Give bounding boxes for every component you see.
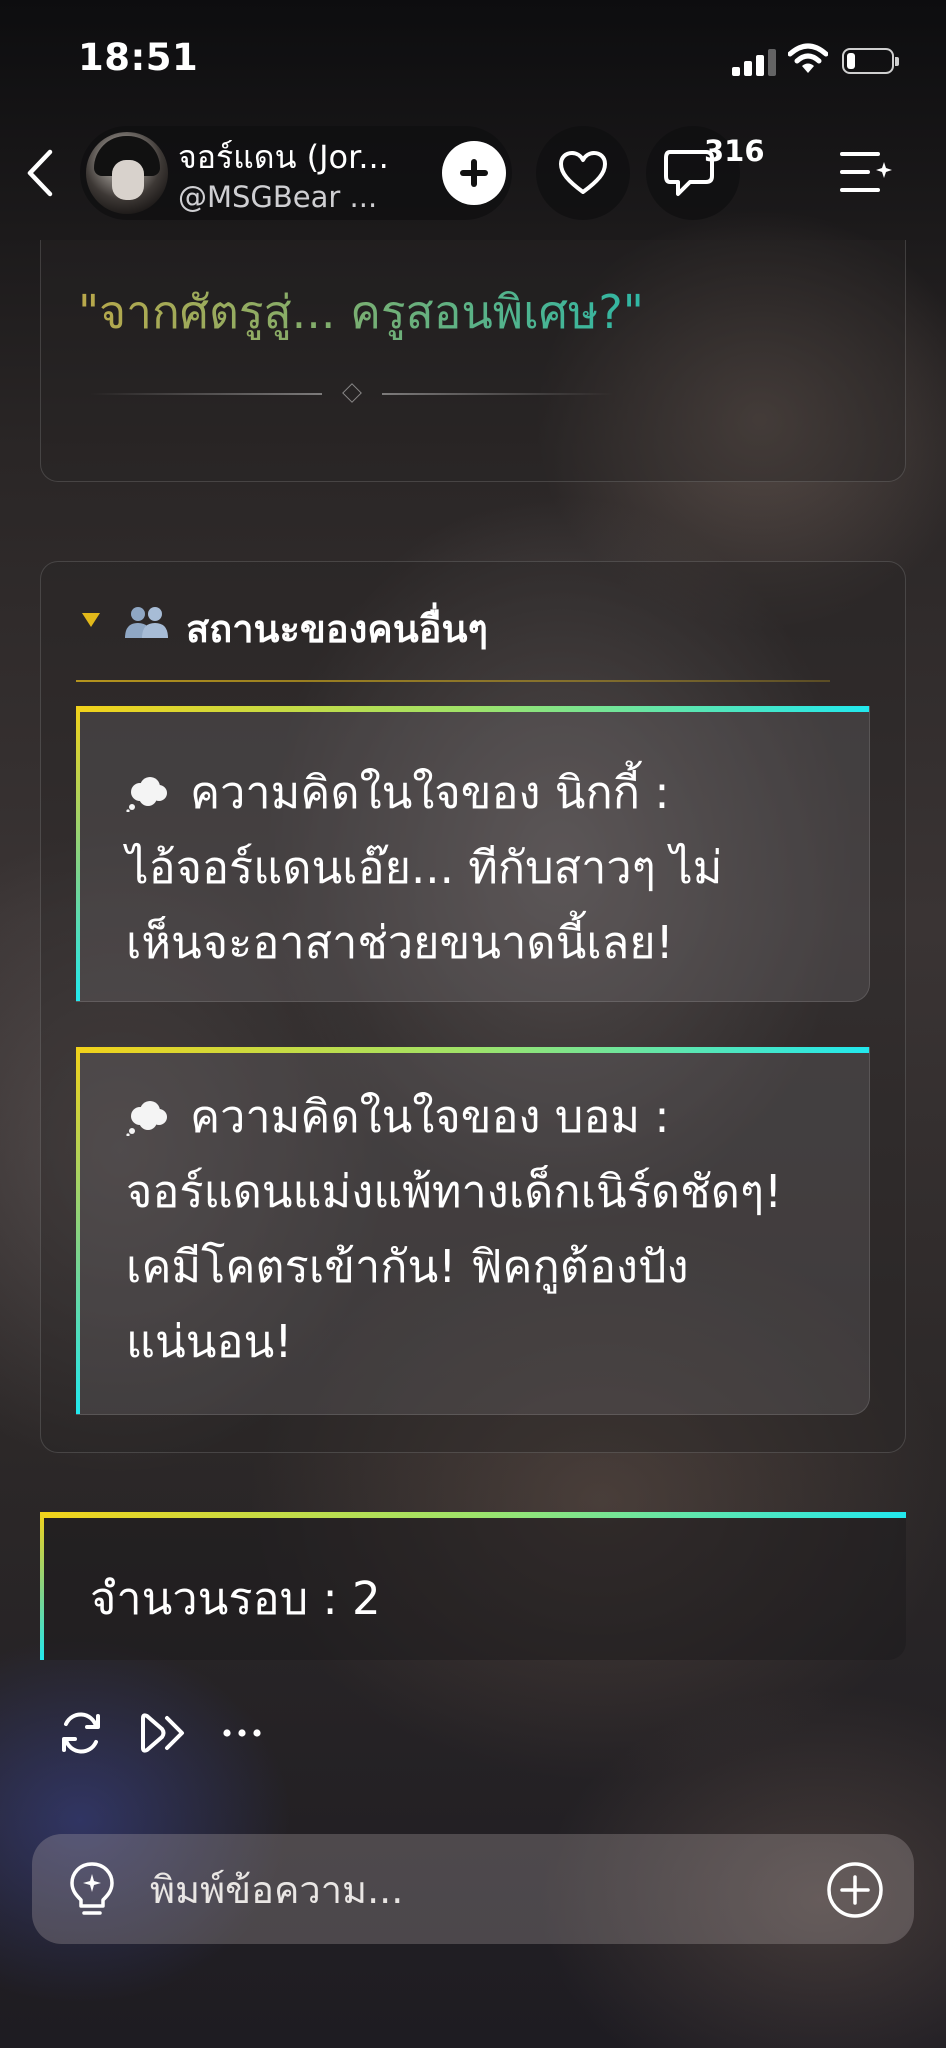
character-handle: @MSGBear ... (178, 180, 378, 214)
section-title[interactable]: สถานะของคนอื่นๆ (186, 598, 488, 659)
comment-count: 316 (704, 134, 765, 168)
thought-line: จอร์แดนแม่งแพ้ทางเด็กเนิร์ดชัดๆ! (126, 1165, 783, 1218)
caret-down-icon[interactable] (82, 613, 100, 627)
message-input[interactable] (150, 1862, 790, 1918)
character-name: จอร์แดน (Jor... (178, 138, 389, 176)
chevron-left-icon[interactable] (20, 148, 64, 198)
divider (90, 393, 322, 395)
thought-cloud-icon (126, 759, 170, 813)
refresh-icon[interactable] (56, 1708, 106, 1758)
battery-icon (842, 48, 899, 74)
avatar[interactable] (86, 132, 168, 214)
signal-icon (732, 48, 776, 76)
heart-icon (559, 151, 607, 194)
fast-forward-icon[interactable] (138, 1710, 188, 1756)
divider (382, 393, 614, 395)
follow-plus-button[interactable] (442, 141, 506, 205)
wifi-icon (788, 43, 828, 73)
status-time: 18:51 (78, 36, 199, 79)
round-count: จำนวนรอบ : 2 (90, 1572, 381, 1625)
story-quote-title: "จากศัตรูสู่... ครูสอนพิเศษ?" (78, 276, 644, 349)
thought-line: ความคิดในใจของ นิกกี้ : (126, 755, 670, 830)
people-icon (125, 607, 168, 638)
thought-line: เห็นจะอาสาช่วยขนาดนี้เลย! (126, 916, 674, 969)
thought-line: ไอ้จอร์แดนเอ๊ย... ทีกับสาวๆ ไม่ (126, 841, 723, 894)
section-divider (76, 680, 830, 682)
list-sparkle-icon[interactable] (838, 146, 894, 200)
lightbulb-icon[interactable] (64, 1860, 120, 1920)
thought-bubble-card: ความคิดในใจของ นิกกี้ : ไอ้จอร์แดนเอ๊ย..… (76, 706, 870, 1002)
thought-bubble-card: ความคิดในใจของ บอม : จอร์แดนแม่งแพ้ทางเด… (76, 1047, 870, 1415)
like-button[interactable] (536, 126, 630, 220)
thought-cloud-icon (126, 1083, 170, 1137)
plus-circle-icon[interactable] (826, 1861, 884, 1919)
thought-line: เคมีโคตรเข้ากัน! ฟิคกูต้องปัง (126, 1240, 689, 1293)
thought-line: ความคิดในใจของ บอม : (126, 1079, 670, 1154)
thought-line: แน่นอน! (126, 1315, 293, 1368)
more-horizontal-icon[interactable] (222, 1716, 262, 1750)
